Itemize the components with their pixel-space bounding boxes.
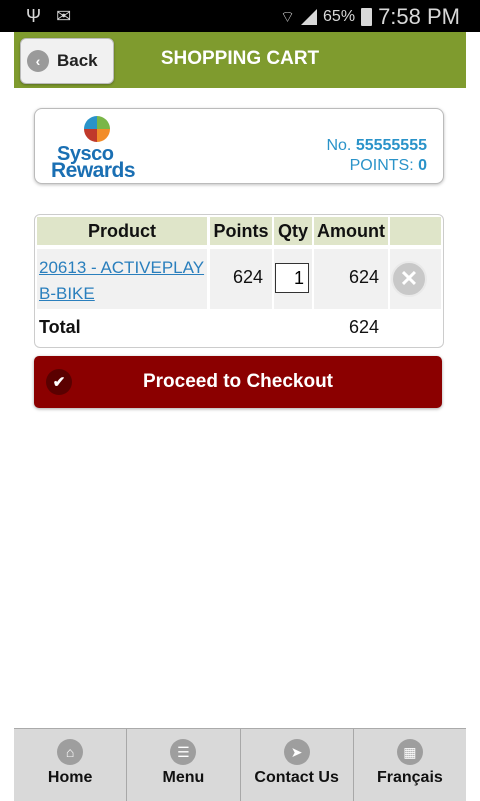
pinwheel-logo-icon <box>84 116 110 142</box>
tab-francais[interactable]: ▦ Français <box>354 729 466 801</box>
product-name-line2: B-BIKE <box>39 284 95 303</box>
logo-text-rewards: Rewards <box>51 159 136 182</box>
close-icon: ✕ <box>399 266 419 291</box>
status-bar: Ψ ✉ ⌔ 65% 7:58 PM <box>0 0 480 32</box>
points-balance: POINTS: 0 <box>350 157 427 175</box>
bottom-nav: ⌂ Home ☰ Menu ➤ Contact Us ▦ Français <box>14 728 466 801</box>
mail-icon: ✉ <box>56 6 72 26</box>
member-number-value: 55555555 <box>355 137 427 154</box>
main-content: Sysco Rewards No. 55555555 POINTS: 0 Pro… <box>14 88 466 728</box>
tab-menu[interactable]: ☰ Menu <box>127 729 241 801</box>
sysco-rewards-logo: Sysco Rewards <box>49 115 159 182</box>
wifi-icon: ⌔ <box>279 9 296 26</box>
item-points: 624 <box>233 267 264 287</box>
points-label: POINTS: <box>349 157 414 174</box>
tab-home-label: Home <box>47 769 93 786</box>
tab-menu-label: Menu <box>162 769 205 786</box>
column-header-remove <box>390 217 441 245</box>
status-right: ⌔ 65% 7:58 PM <box>280 4 460 30</box>
tab-contact-label: Contact Us <box>254 769 339 786</box>
left-edge <box>0 0 14 800</box>
status-left-icons: Ψ ✉ <box>26 6 81 27</box>
app-header: ‹ Back SHOPPING CART <box>14 32 466 88</box>
battery-percent: 65% <box>323 8 356 25</box>
item-amount: 624 <box>349 267 380 287</box>
column-header-product: Product <box>37 217 207 245</box>
product-link[interactable]: 20613 - ACTIVEPLAY B-BIKE <box>39 255 209 307</box>
total-value: 624 <box>349 317 380 337</box>
checkmark-icon: ✔ <box>46 369 72 395</box>
tab-home[interactable]: ⌂ Home <box>14 729 128 801</box>
checkout-label: Proceed to Checkout <box>142 371 334 392</box>
points-value: 0 <box>418 157 427 174</box>
product-name-line1: 20613 - ACTIVEPLAY <box>39 258 205 277</box>
clock: 7:58 PM <box>378 4 460 29</box>
quantity-input[interactable]: 1 <box>275 263 309 293</box>
rewards-card: Sysco Rewards No. 55555555 POINTS: 0 <box>34 108 444 184</box>
battery-icon <box>361 8 373 26</box>
column-header-amount: Amount <box>314 217 388 245</box>
member-number-label: No. <box>326 137 352 154</box>
remove-item-button[interactable]: ✕ <box>391 261 427 297</box>
total-label: Total <box>39 317 81 337</box>
column-header-points: Points <box>210 217 272 245</box>
menu-icon: ☰ <box>170 739 197 765</box>
checkout-button[interactable]: ✔ Proceed to Checkout <box>34 356 442 408</box>
usb-icon: Ψ <box>26 6 42 26</box>
app-frame: Ψ ✉ ⌔ 65% 7:58 PM ‹ Back SHOPPING CART S… <box>0 0 480 801</box>
tab-contact-us[interactable]: ➤ Contact Us <box>241 729 354 801</box>
location-arrow-icon: ➤ <box>283 739 310 765</box>
signal-icon <box>301 9 318 25</box>
home-icon: ⌂ <box>57 739 84 765</box>
right-edge <box>466 0 480 800</box>
grid-icon: ▦ <box>396 739 423 765</box>
tab-francais-label: Français <box>376 769 443 786</box>
page-title: SHOPPING CART <box>160 48 320 69</box>
member-number: No. 55555555 <box>326 137 427 155</box>
cart-table: Product Points Qty Amount 20613 - ACTIVE… <box>34 214 444 348</box>
column-header-qty: Qty <box>274 217 312 245</box>
